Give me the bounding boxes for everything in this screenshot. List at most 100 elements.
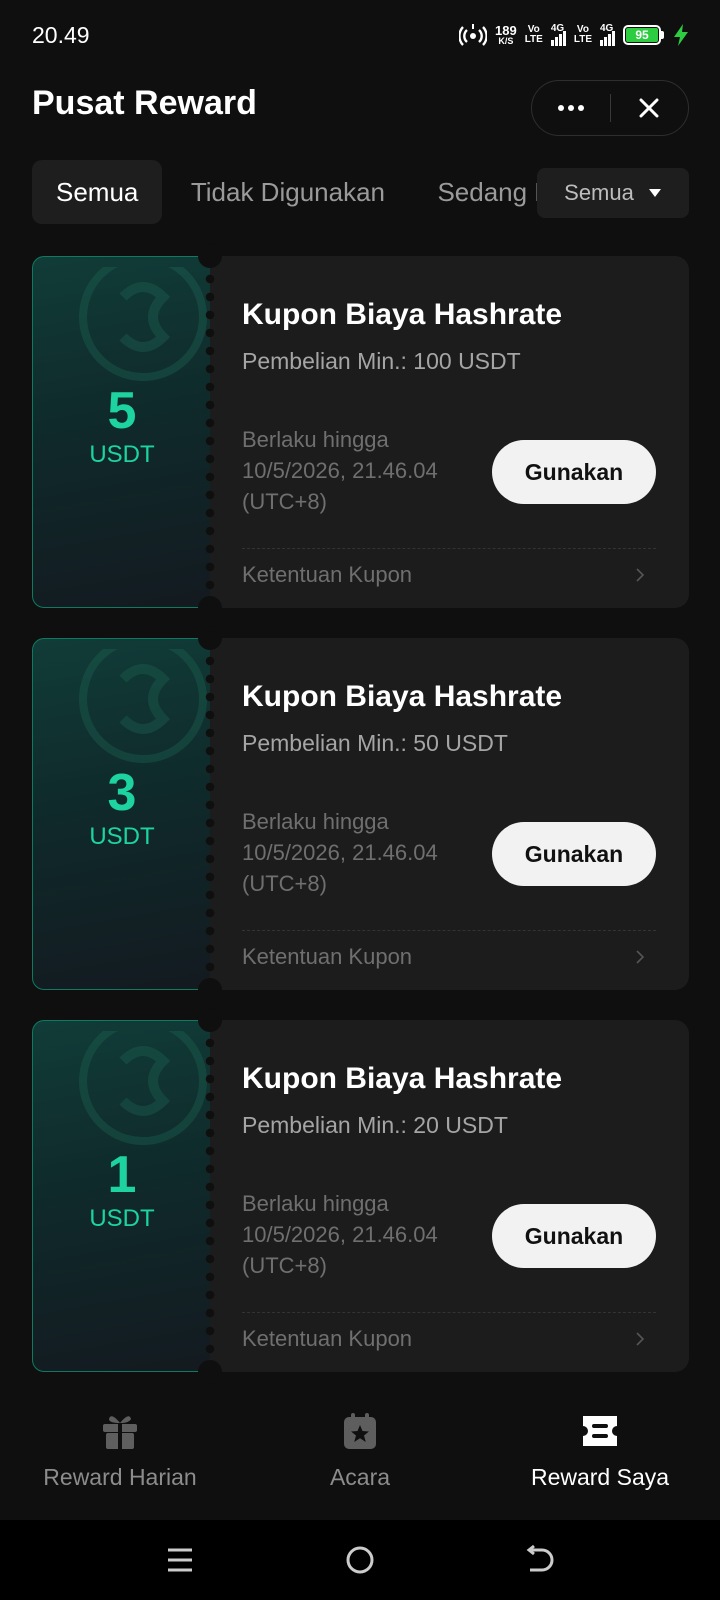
coupon-title: Kupon Biaya Hashrate <box>242 298 563 331</box>
coupon-value: 3 <box>107 764 137 822</box>
coupon-card: 5 USDT Kupon Biaya Hashrate Pembelian Mi… <box>32 244 689 620</box>
close-button[interactable] <box>611 81 689 135</box>
coupon-details: Kupon Biaya Hashrate Pembelian Min.: 50 … <box>210 638 689 990</box>
network-speed-unit: K/S <box>498 36 514 46</box>
more-button[interactable] <box>532 81 610 135</box>
coin-decoration-icon <box>79 267 207 381</box>
coupon-card: 3 USDT Kupon Biaya Hashrate Pembelian Mi… <box>32 626 689 1002</box>
coupon-unit: USDT <box>89 1205 155 1232</box>
nav-label: Reward Harian <box>43 1464 197 1490</box>
coupon-title: Kupon Biaya Hashrate <box>242 1062 563 1095</box>
page-title: Pusat Reward <box>32 84 257 122</box>
coupon-unit: USDT <box>89 823 155 850</box>
coupon-terms-link[interactable]: Ketentuan Kupon <box>242 944 412 970</box>
validity-date: 10/5/2026, 21.46.04 <box>242 1222 438 1247</box>
notch <box>198 596 222 620</box>
close-icon <box>639 98 659 118</box>
chevron-right-icon <box>636 568 645 582</box>
tab-sedang-digunakan[interactable]: Sedang Digunakan <box>413 160 537 224</box>
divider <box>242 1312 656 1313</box>
notch <box>198 1360 222 1384</box>
status-time: 20.49 <box>32 22 90 48</box>
validity-label: Berlaku hingga <box>242 809 389 834</box>
validity-label: Berlaku hingga <box>242 427 389 452</box>
tab-semua[interactable]: Semua <box>32 160 163 224</box>
gift-icon <box>103 1416 137 1449</box>
filter-dropdown[interactable]: Semua <box>537 168 689 218</box>
use-coupon-button[interactable]: Gunakan <box>492 1204 656 1268</box>
notch <box>198 626 222 650</box>
filter-tabs: Semua Tidak Digunakan Sedang Digunakan <box>32 160 537 224</box>
nav-item-reward-harian[interactable]: Reward Harian <box>0 1390 240 1520</box>
coupon-terms-link[interactable]: Ketentuan Kupon <box>242 562 412 588</box>
nav-label: Acara <box>329 1464 391 1490</box>
home-icon[interactable] <box>344 1544 376 1576</box>
coupon-value: 5 <box>107 382 137 440</box>
coupon-details: Kupon Biaya Hashrate Pembelian Min.: 20 … <box>210 1020 689 1372</box>
coupon-terms-link[interactable]: Ketentuan Kupon <box>242 1326 412 1352</box>
volte-bottom: LTE <box>524 34 543 45</box>
coupon-validity: Berlaku hingga 10/5/2026, 21.46.04 (UTC+… <box>242 1188 482 1281</box>
coupon-min-purchase: Pembelian Min.: 20 USDT <box>242 1112 508 1138</box>
nav-item-acara[interactable]: Acara <box>240 1390 480 1520</box>
divider <box>242 930 656 931</box>
back-icon[interactable] <box>524 1544 556 1576</box>
status-icons: 189 K/S Vo LTE 4G Vo LTE 4G 95 <box>458 20 690 50</box>
network-speed: 189 K/S <box>495 24 517 46</box>
coupon-card: 1 USDT Kupon Biaya Hashrate Pembelian Mi… <box>32 1008 689 1384</box>
perforation <box>204 1034 216 1358</box>
perforation <box>204 270 216 594</box>
battery-icon: 95 <box>623 25 664 45</box>
coupon-value-panel: 3 USDT <box>32 638 210 990</box>
validity-timezone: (UTC+8) <box>242 1253 327 1278</box>
coupon-validity: Berlaku hingga 10/5/2026, 21.46.04 (UTC+… <box>242 806 482 899</box>
signal-icon-1: 4G <box>550 23 566 46</box>
battery-level: 95 <box>626 28 658 42</box>
chevron-right-icon <box>636 1332 645 1346</box>
coupon-value: 1 <box>107 1146 137 1204</box>
tab-tidak-digunakan[interactable]: Tidak Digunakan <box>167 160 409 224</box>
perforation <box>204 652 216 976</box>
use-coupon-button[interactable]: Gunakan <box>492 822 656 886</box>
menu-icon[interactable] <box>164 1544 196 1576</box>
signal-icon-2: 4G <box>600 24 615 46</box>
coupon-details: Kupon Biaya Hashrate Pembelian Min.: 100… <box>210 256 689 608</box>
volte-bottom: LTE <box>573 34 592 45</box>
nav-label: Reward Saya <box>530 1464 670 1490</box>
charging-icon <box>674 24 688 46</box>
coupon-unit: USDT <box>89 441 155 468</box>
coupon-validity: Berlaku hingga 10/5/2026, 21.46.04 (UTC+… <box>242 424 482 517</box>
coin-decoration-icon <box>79 649 207 763</box>
notch <box>198 244 222 268</box>
validity-date: 10/5/2026, 21.46.04 <box>242 840 438 865</box>
use-coupon-button[interactable]: Gunakan <box>492 440 656 504</box>
caret-down-icon <box>648 189 661 197</box>
volte-indicator-1: Vo LTE <box>525 25 543 45</box>
validity-timezone: (UTC+8) <box>242 489 327 514</box>
coupon-value-panel: 1 USDT <box>32 1020 210 1372</box>
filter-dropdown-label: Semua <box>564 180 634 205</box>
coupon-value-panel: 5 USDT <box>32 256 210 608</box>
signal-label-2: 4G <box>600 23 614 34</box>
nav-item-reward-saya[interactable]: Reward Saya <box>480 1390 720 1520</box>
notch <box>198 978 222 1002</box>
chevron-right-icon <box>636 950 645 964</box>
validity-timezone: (UTC+8) <box>242 871 327 896</box>
divider <box>242 548 656 549</box>
coin-decoration-icon <box>79 1031 207 1145</box>
more-icon <box>557 105 584 111</box>
validity-date: 10/5/2026, 21.46.04 <box>242 458 438 483</box>
notch <box>198 1008 222 1032</box>
hotspot-icon <box>458 24 487 46</box>
coupon-min-purchase: Pembelian Min.: 50 USDT <box>242 730 508 756</box>
coupon-title: Kupon Biaya Hashrate <box>242 680 563 713</box>
volte-indicator-2: Vo LTE <box>574 25 592 45</box>
signal-label-1: 4G <box>550 23 565 34</box>
status-bar: 20.49 189 K/S Vo LTE 4G Vo LTE 4G 95 <box>0 0 720 72</box>
calendar-star-icon <box>344 1413 376 1449</box>
bottom-nav: Reward Harian Acara Reward Saya <box>0 1390 720 1520</box>
validity-label: Berlaku hingga <box>242 1191 389 1216</box>
system-navigation-bar <box>0 1520 720 1600</box>
ticket-icon <box>583 1416 617 1446</box>
coupon-min-purchase: Pembelian Min.: 100 USDT <box>242 348 521 374</box>
